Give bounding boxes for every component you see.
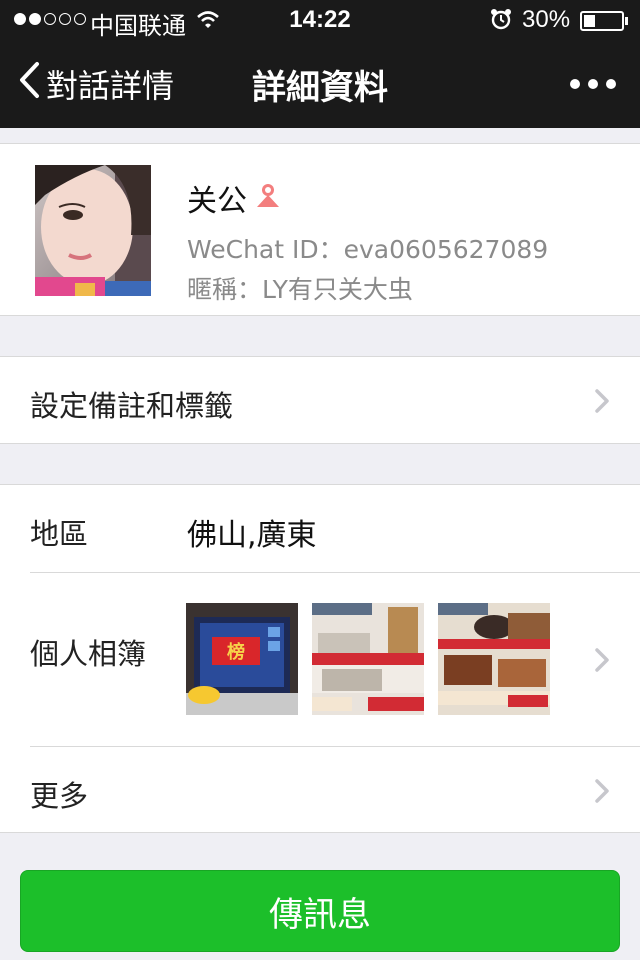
avatar[interactable]: [35, 165, 151, 296]
more-options-button[interactable]: [570, 40, 616, 128]
status-bar: 中国联通 14:22 30%: [0, 0, 640, 40]
album-row[interactable]: 個人相簿 榜: [0, 573, 640, 746]
battery-icon: [580, 11, 624, 31]
alarm-icon: [490, 8, 512, 36]
battery-percent: 30%: [522, 6, 571, 33]
nav-bar: 對話詳情 詳細資料: [0, 40, 640, 128]
nickname: 暱稱：LY有只关大虫: [187, 275, 413, 304]
more-dots-icon: [570, 79, 616, 89]
region-label: 地區: [30, 517, 89, 551]
chevron-right-icon: [594, 647, 610, 673]
more-label: 更多: [30, 779, 89, 813]
send-message-button[interactable]: 傳訊息: [20, 870, 620, 952]
album-photo[interactable]: 榜: [186, 603, 298, 715]
region-row: 地區 佛山,廣東: [0, 485, 640, 572]
chevron-right-icon: [594, 778, 610, 804]
page-title: 詳細資料: [252, 67, 388, 108]
album-photo[interactable]: [312, 603, 424, 715]
profile-name: 关公: [187, 184, 247, 219]
more-row[interactable]: 更多: [0, 747, 640, 834]
set-remark-row[interactable]: 設定備註和標籤: [0, 356, 640, 444]
svg-text:榜: 榜: [227, 641, 245, 663]
wechat-id: WeChat ID：eva0605627089: [187, 235, 549, 264]
set-remark-label: 設定備註和標籤: [30, 389, 234, 423]
chevron-right-icon: [594, 388, 610, 414]
name-row: 关公: [187, 176, 283, 220]
album-photo[interactable]: [438, 603, 550, 715]
profile-card: 关公 WeChat ID：eva0605627089 暱稱：LY有只关大虫: [0, 143, 640, 316]
region-value: 佛山,廣東: [187, 518, 317, 553]
female-icon: [253, 181, 283, 215]
album-label: 個人相簿: [30, 637, 147, 671]
battery-tip: [625, 17, 628, 25]
info-group: 地區 佛山,廣東 個人相簿 榜 更多: [0, 484, 640, 833]
